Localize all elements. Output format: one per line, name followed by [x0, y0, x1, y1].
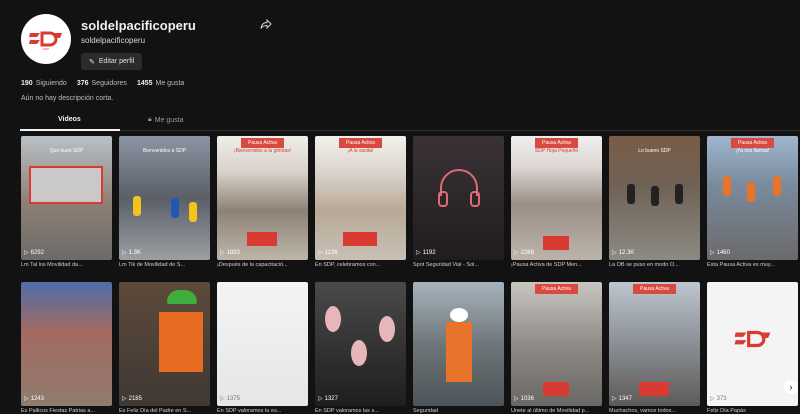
video-caption[interactable]: Spot Seguridad Vial - Sol...	[413, 262, 504, 268]
profile-handle: soldelpacificoperu	[81, 36, 146, 45]
video-caption[interactable]: Lm Tal los Movilidad da...	[21, 262, 112, 268]
video-views: ▷ 1460	[710, 249, 730, 257]
video-caption[interactable]: Muchachos, vamos todos...	[609, 408, 700, 414]
active-tab-indicator	[20, 129, 120, 131]
video-views: ▷ 1192	[416, 249, 436, 257]
video-caption[interactable]: Es Pallicos Fiestas Patrias a...	[21, 408, 112, 414]
video-views: ▷ 1243	[24, 395, 44, 403]
play-icon: ▷	[514, 396, 519, 402]
video-views: ▷ 1375	[220, 395, 240, 403]
video-views: ▷ 1036	[514, 395, 534, 403]
headphones-icon	[438, 169, 480, 207]
video-card[interactable]: Pausa Activa ¡Bienvenidos a la gimnas! ▷…	[217, 136, 308, 260]
video-card[interactable]: ▷ 2185	[119, 282, 210, 406]
stat-following[interactable]: 190 Siguiendo	[21, 80, 67, 87]
profile-bio: Aún no hay descripción corta.	[21, 95, 114, 102]
profile-stats: 190 Siguiendo 376 Seguidores 1455 Me gusta	[21, 80, 184, 87]
sdp-logo-icon: SDP	[29, 31, 62, 51]
video-views: ▷ 1893	[220, 249, 240, 257]
profile-username: soldelpacificoperu	[81, 18, 196, 33]
video-card[interactable]: Qué buen SDP ▷ 6292	[21, 136, 112, 260]
play-icon: ▷	[710, 396, 715, 402]
tab-videos[interactable]: Videos	[58, 116, 81, 123]
edit-icon: ✎	[89, 58, 95, 66]
play-icon: ▷	[24, 396, 29, 402]
lock-icon: 🔒︎	[148, 116, 152, 123]
video-caption[interactable]: ¡Pausa Activa de SDP Men...	[511, 262, 602, 268]
video-card[interactable]: ▷ 1327	[315, 282, 406, 406]
video-views: ▷ 2185	[122, 395, 142, 403]
play-icon: ▷	[514, 250, 519, 256]
video-caption[interactable]: Esta Pausa Activa es muy...	[707, 262, 798, 268]
video-views: ▷ 12.3K	[612, 249, 635, 257]
video-card[interactable]: Pausa Activa ▷ 1036	[511, 282, 602, 406]
profile-page: SDP soldelpacificoperu soldelpacificoper…	[0, 0, 800, 414]
video-caption[interactable]: Seguridad	[413, 408, 504, 414]
sdp-logo-icon	[734, 330, 771, 348]
profile-tabs: Videos 🔒︎ Me gusta	[20, 116, 800, 131]
video-caption[interactable]: Feliz Día Papás	[707, 408, 798, 414]
video-card[interactable]: Lo bueno SDP ▷ 12.3K	[609, 136, 700, 260]
video-views: ▷ 373	[710, 395, 727, 403]
video-views: ▷ 1347	[612, 395, 632, 403]
video-caption[interactable]: En SDP, celebramos con...	[315, 262, 406, 268]
video-caption[interactable]: Únete al último de Movilidad p...	[511, 408, 602, 414]
video-grid: Qué buen SDP ▷ 6292 Bienvenidos a SDP ▷ 1.…	[21, 136, 800, 414]
video-caption[interactable]: La OB se puso en modo O...	[609, 262, 700, 268]
play-icon: ▷	[24, 250, 29, 256]
video-card[interactable]: ▷ 1375	[217, 282, 308, 406]
video-views: ▷ 1327	[318, 395, 338, 403]
share-icon[interactable]	[260, 18, 274, 32]
video-card[interactable]: ▷ 1192	[413, 136, 504, 260]
video-views: ▷ 2268	[514, 249, 534, 257]
chevron-right-icon[interactable]: ›	[784, 380, 798, 394]
video-card[interactable]: ▷ 1243	[21, 282, 112, 406]
video-caption[interactable]: Lm Tik de Movilidad de S...	[119, 262, 210, 268]
video-views: ▷ 6292	[24, 249, 44, 257]
edit-profile-button[interactable]: ✎ Editar perfil	[81, 53, 143, 70]
play-icon: ▷	[122, 250, 127, 256]
video-caption[interactable]: En SDP valoramos las s...	[315, 408, 406, 414]
play-icon: ▷	[612, 250, 617, 256]
play-icon: ▷	[220, 396, 225, 402]
stat-followers[interactable]: 376 Seguidores	[77, 80, 127, 87]
play-icon: ▷	[318, 396, 323, 402]
video-caption[interactable]: En SDP valoramos tu es...	[217, 408, 308, 414]
video-caption[interactable]: ¡Después de la capacitació...	[217, 262, 308, 268]
video-card[interactable]: Pausa Activa SDP Hoja Pequeño ▷ 2268	[511, 136, 602, 260]
play-icon: ▷	[122, 396, 127, 402]
video-card[interactable]: ▷	[413, 282, 504, 406]
play-icon: ▷	[612, 396, 617, 402]
video-card[interactable]: Pausa Activa ¡Ya nos llamas! ▷ 1460	[707, 136, 798, 260]
video-views: ▷ 1.3K	[122, 249, 141, 257]
edit-profile-label: Editar perfil	[98, 58, 135, 65]
video-caption[interactable]: Es Feliz Día del Padre en S...	[119, 408, 210, 414]
play-icon: ▷	[220, 250, 225, 256]
video-card[interactable]: Bienvenidos a SDP ▷ 1.3K	[119, 136, 210, 260]
svg-text:SDP: SDP	[43, 47, 49, 51]
stat-likes: 1455 Me gusta	[136, 80, 185, 87]
play-icon: ▷	[416, 250, 421, 256]
tab-liked[interactable]: 🔒︎ Me gusta	[148, 116, 184, 124]
avatar[interactable]: SDP	[21, 14, 71, 64]
play-icon: ▷	[318, 250, 323, 256]
play-icon: ▷	[710, 250, 715, 256]
profile-header: SDP soldelpacificoperu soldelpacificoper…	[21, 14, 781, 114]
video-views: ▷ 1136	[318, 249, 338, 257]
video-card[interactable]: Pausa Activa ▷ 1347	[609, 282, 700, 406]
video-card[interactable]: Pausa Activa ¡A la sasita! ▷ 1136	[315, 136, 406, 260]
